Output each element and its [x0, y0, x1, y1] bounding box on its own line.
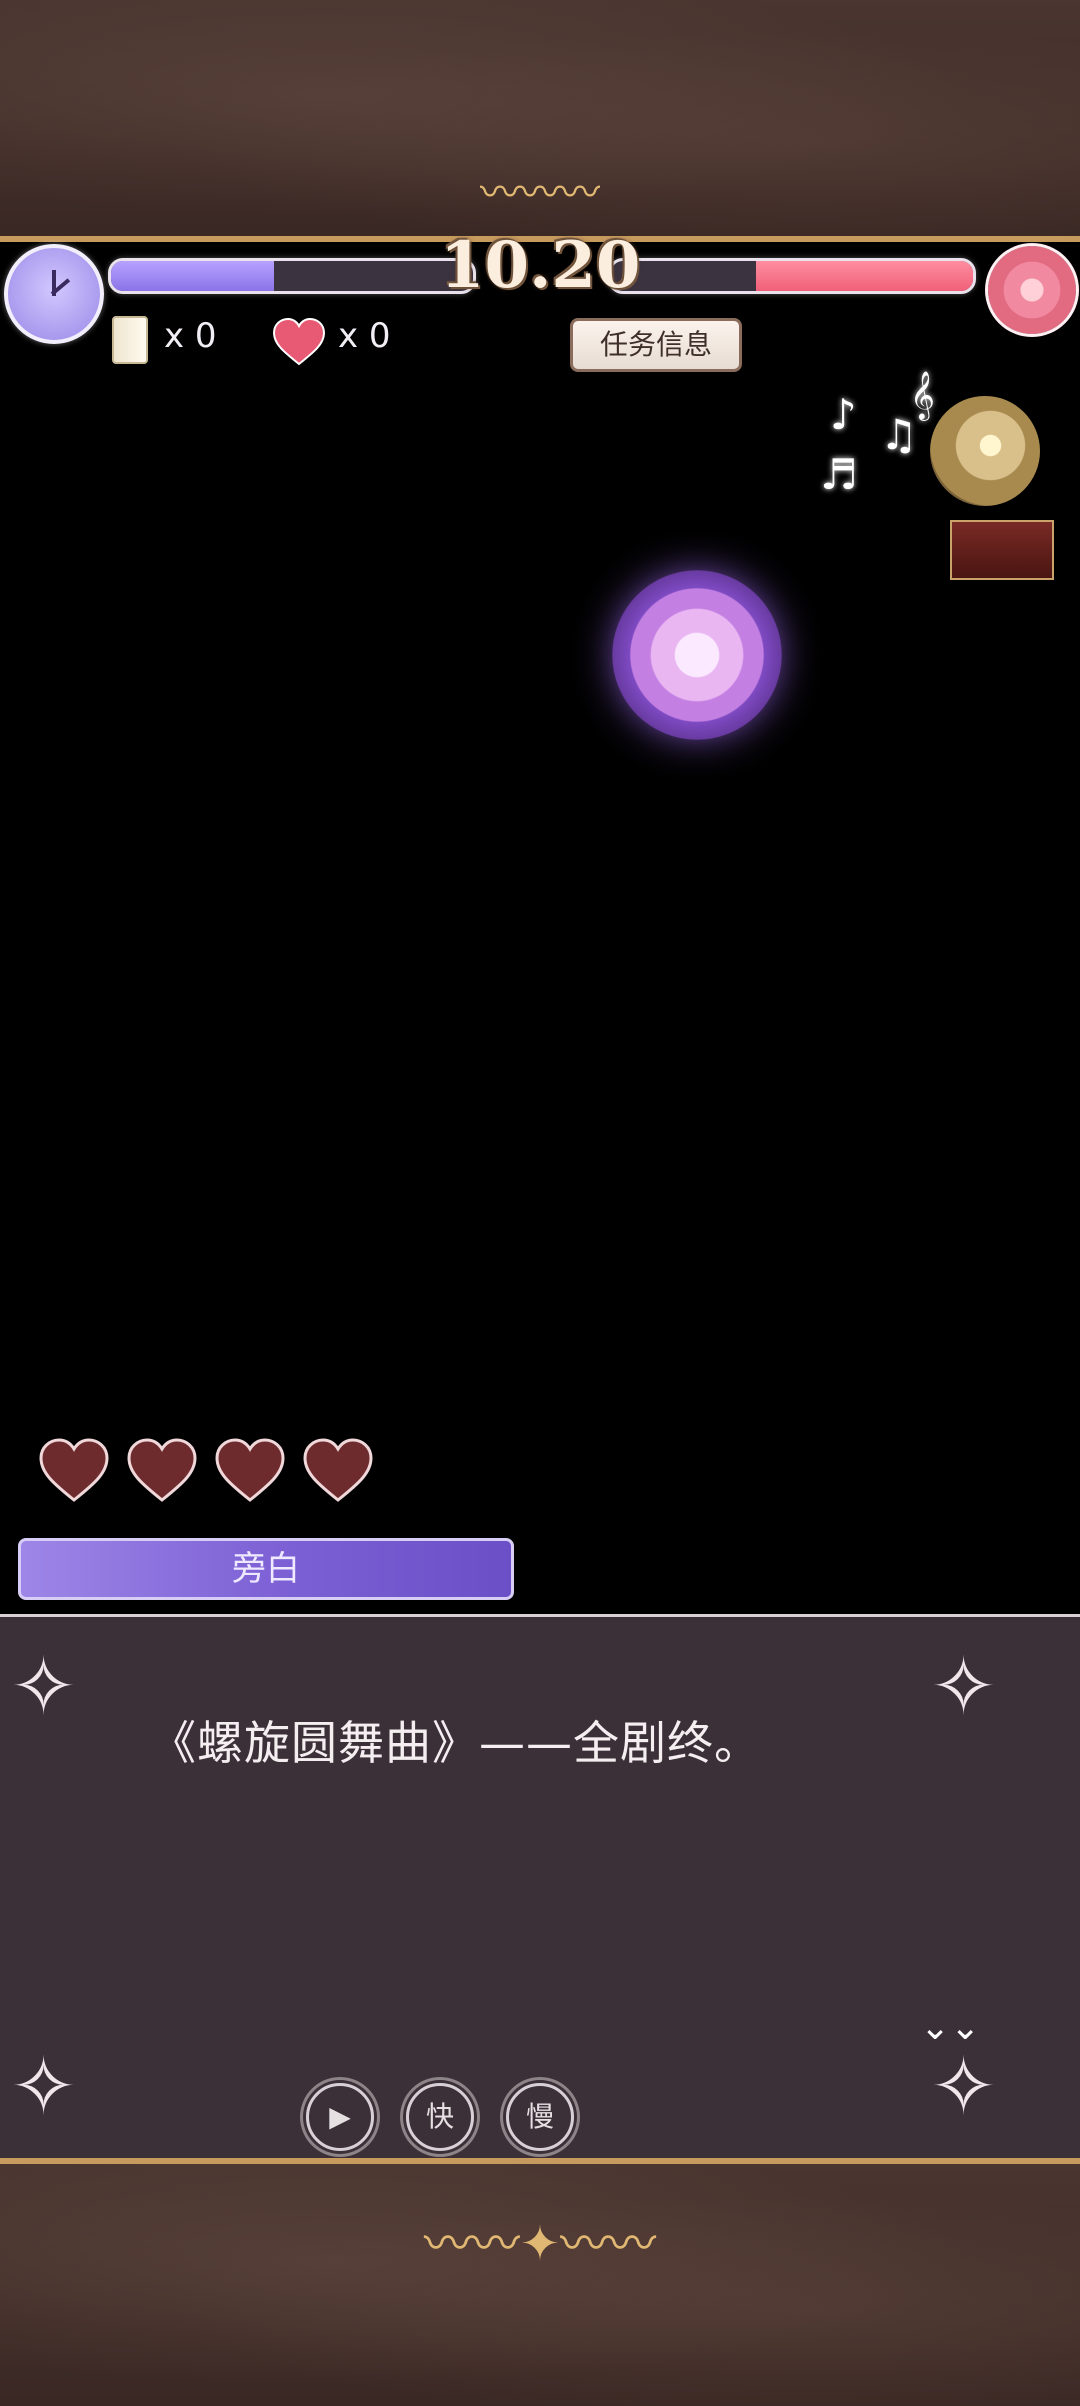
glowing-rose-icon[interactable]: [612, 570, 782, 740]
life-heart-icon: [303, 1438, 373, 1502]
rose-icon: [988, 246, 1076, 334]
life-heart-icon: [39, 1438, 109, 1502]
music-note-icon: ♪: [830, 390, 857, 439]
heart-icon: [272, 318, 326, 366]
life-heart-icon: [127, 1438, 197, 1502]
hud: 10.20 x 0 x 0 任务信息: [0, 228, 1080, 372]
timer-value: 10.20: [440, 228, 641, 303]
music-note-icon: 𝄞: [910, 370, 935, 419]
music-note-icon: ♬: [820, 450, 858, 499]
dialog-text: 《螺旋圆舞曲》——全剧终。: [150, 1716, 761, 1770]
gramophone-horn: [930, 396, 1040, 506]
corner-ornament: ✧: [10, 2040, 78, 2133]
corner-ornament: ✧: [930, 1640, 998, 1733]
left-progress-fill: [111, 261, 274, 291]
clock-icon: [4, 244, 104, 344]
gramophone-icon[interactable]: ♪ ♫ ♬ 𝄞: [820, 370, 1060, 590]
bottom-frame: 〰〰✦〰〰: [0, 2158, 1080, 2406]
next-chevron-icon[interactable]: ⌄⌄: [920, 2007, 980, 2048]
life-heart-icon: [215, 1438, 285, 1502]
fast-button[interactable]: 快: [406, 2083, 474, 2151]
dialog-box[interactable]: ✧ ✧ ✧ ✧ 《螺旋圆舞曲》——全剧终。 ⌄⌄ ▶ 快 慢: [0, 1614, 1080, 2161]
heart-count: x 0: [338, 316, 391, 356]
gramophone-box: [950, 520, 1054, 580]
mission-info-button[interactable]: 任务信息: [570, 318, 742, 372]
left-progress-bar: [108, 258, 476, 294]
scroll-count: x 0: [164, 316, 217, 356]
auto-play-button[interactable]: ▶: [306, 2083, 374, 2151]
top-ornament: 〰〰〰: [480, 170, 600, 216]
corner-ornament: ✧: [10, 1640, 78, 1733]
right-progress-bar: [608, 258, 976, 294]
right-progress-fill: [755, 261, 973, 291]
scroll-counter: x 0: [112, 316, 242, 364]
slow-button[interactable]: 慢: [506, 2083, 574, 2151]
speaker-name-plate: 旁白: [18, 1538, 514, 1600]
bottom-ornament: 〰〰✦〰〰: [423, 2216, 657, 2272]
top-frame: 〰〰〰: [0, 0, 1080, 242]
scroll-icon: [112, 316, 148, 364]
